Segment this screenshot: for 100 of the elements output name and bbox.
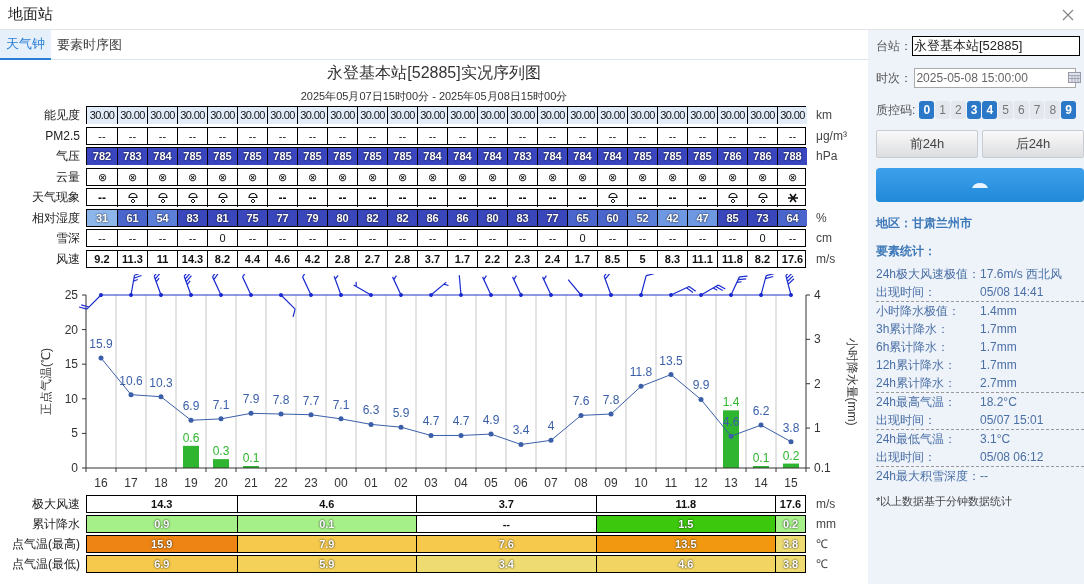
axis-label: 19 (184, 476, 198, 490)
table-cell: 81 (207, 209, 237, 226)
table-cell: 3.7 (417, 250, 447, 267)
table-cell: -- (117, 127, 147, 144)
data-label: 4.6 (722, 415, 740, 430)
table-cell: 4.4 (237, 250, 267, 267)
data-label: 0.1 (752, 451, 770, 465)
data-label: 15.9 (89, 336, 113, 351)
stat-label: 出现时间： (876, 284, 937, 301)
unit-label: % (816, 209, 827, 227)
table-cell: 14.3 (177, 250, 207, 267)
table-cell: 30.00 (327, 107, 357, 124)
table-cell: 82 (357, 209, 387, 226)
table-cell: 6.9 (87, 556, 237, 572)
table-cell: ⊗ (417, 168, 447, 185)
table-cell: 784 (537, 148, 567, 165)
table-cell: 0.9 (87, 516, 237, 532)
row-label: 天气现象 (31, 189, 80, 206)
table-cell: 785 (627, 148, 657, 165)
table-cell: 2.3 (507, 250, 537, 267)
table-cell: ⊗ (627, 168, 657, 185)
table-cell: -- (417, 127, 447, 144)
data-label: 7.1 (332, 397, 350, 412)
table-cell: 0 (747, 230, 777, 247)
field-label: 时次： (876, 70, 913, 87)
axis-label: 23 (304, 476, 318, 490)
table-cell: -- (297, 189, 327, 207)
table-cell: 7.9 (236, 536, 417, 552)
table-cell: 13.5 (595, 536, 776, 552)
stat-label: 24h累计降水： (876, 375, 958, 392)
stat-value: 1.7mm (980, 321, 1017, 338)
table-cell: 3.4 (416, 556, 596, 572)
table-cell-text: 9.2 (93, 251, 111, 267)
table-cell: 785 (387, 148, 417, 165)
table-cell: 784 (567, 148, 597, 165)
stat-value: 05/08 06:12 (980, 449, 1044, 466)
table-cell: 785 (207, 148, 237, 165)
table-cell: ⊗ (147, 168, 177, 185)
table-cell: 3.8 (775, 536, 805, 552)
table-cell: ⊗ (267, 168, 297, 185)
unit-label: cm (816, 230, 832, 247)
table-cell: 5.9 (236, 556, 417, 572)
table-cell-text: -- (97, 128, 107, 144)
row-label: 云量 (55, 168, 80, 186)
table-cell: 2.8 (387, 250, 417, 267)
table-cell: -- (507, 189, 537, 207)
axis-label: 16 (94, 476, 108, 490)
unit-label: ℃ (816, 536, 828, 553)
table-cell: -- (207, 127, 237, 144)
axis-label: 03 (424, 476, 438, 490)
axis-label: 22 (274, 476, 288, 490)
table-cell: 2.2 (477, 250, 507, 267)
table-cell: 785 (357, 148, 387, 165)
table-cell: 11 (147, 250, 177, 267)
table-cell: 15.9 (87, 536, 237, 552)
table-cell: -- (597, 127, 627, 144)
table-cell: 784 (447, 148, 477, 165)
table-cell: 61 (117, 209, 147, 226)
row-label: 点气温(最高) (11, 536, 80, 553)
table-cell: 784 (147, 148, 177, 165)
table-cell: -- (147, 230, 177, 247)
table-cell: 30.00 (687, 107, 717, 124)
table-cell: 65 (567, 209, 597, 226)
table-cell: -- (657, 127, 687, 144)
table-cell: ⊗ (357, 168, 387, 185)
stat-label: 出现时间： (876, 449, 937, 466)
table-cell: 4.2 (297, 250, 327, 267)
table-cell: 80 (327, 209, 357, 226)
data-label: 11.8 (629, 365, 653, 380)
table-cell: -- (237, 230, 267, 247)
section-title: 要素统计： (876, 243, 937, 260)
table-cell: -- (447, 127, 477, 144)
table-cell: 783 (507, 148, 537, 165)
axis-label: 06 (514, 476, 528, 490)
table-cell: 30.00 (237, 107, 267, 124)
data-label: 7.7 (302, 393, 320, 408)
table-cell: 30.00 (447, 107, 477, 124)
unit-label: ℃ (816, 556, 828, 573)
table-cell: -- (327, 189, 357, 207)
table-cell: 0.1 (236, 516, 417, 532)
table-cell: 30.00 (537, 107, 567, 124)
data-label: 7.1 (212, 397, 230, 412)
table-cell: 30.00 (87, 107, 117, 124)
data-label: 4.7 (452, 414, 470, 429)
axis-label: 15 (784, 476, 798, 490)
table-cell: -- (777, 230, 807, 247)
table-cell: -- (417, 230, 447, 247)
axis-label: 3 (814, 332, 821, 347)
stat-value: 2.7mm (980, 375, 1017, 392)
table-cell: -- (357, 127, 387, 144)
table-cell: -- (387, 127, 417, 144)
table-cell: -- (297, 127, 327, 144)
table-cell: 73 (747, 209, 777, 226)
stat-value: 1.7mm (980, 357, 1017, 374)
stat-value: 18.2°C (980, 394, 1017, 411)
table-cell: -- (357, 189, 387, 207)
table-cell: -- (327, 127, 357, 144)
table-cell: ⊗ (447, 168, 477, 185)
stat-label: 24h最高气温： (876, 394, 958, 411)
table-cell: 2.8 (327, 250, 357, 267)
